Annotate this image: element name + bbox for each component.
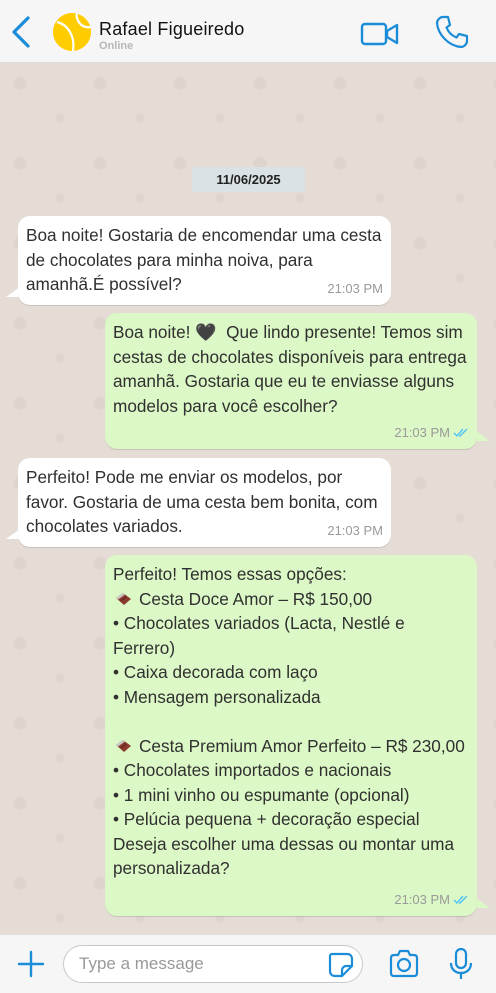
video-call-icon [360, 22, 399, 46]
back-arrow-icon [12, 16, 30, 48]
bubble-tail [476, 898, 490, 908]
microphone-icon [449, 947, 473, 979]
message-outgoing-options[interactable]: Perfeito! Temos essas opções: Cesta Doce… [105, 555, 477, 916]
date-divider: 11/06/2025 [192, 167, 305, 192]
read-receipt-icon [453, 428, 468, 437]
option-2-item: • Pelúcia pequena + decoração especial [113, 809, 420, 829]
option-2-title: Cesta Premium Amor Perfeito – R$ 230,00 [139, 735, 465, 756]
option-1-title-row: Cesta Doce Amor – R$ 150,00 [113, 587, 469, 612]
tennis-ball-avatar-icon [53, 13, 91, 51]
message-meta: 21:03 PM [394, 888, 469, 913]
contact-name[interactable]: Rafael Figueiredo [99, 19, 244, 40]
option-2-item: • Chocolates importados e nacionais [113, 760, 392, 780]
read-receipt-icon [453, 895, 468, 904]
camera-button[interactable] [388, 949, 420, 979]
message-time: 21:03 PM [394, 424, 450, 440]
microphone-button[interactable] [448, 947, 474, 981]
message-time: 21:03 PM [327, 522, 383, 538]
attach-button[interactable] [16, 949, 46, 979]
message-time: 21:03 PM [394, 891, 450, 907]
sticker-button[interactable] [328, 952, 354, 978]
chat-area[interactable]: 11/06/2025 Boa noite! Gostaria de encome… [0, 63, 496, 934]
chocolate-bar-icon [116, 739, 131, 752]
video-call-button[interactable] [360, 20, 400, 48]
message-composer [0, 934, 496, 993]
back-button[interactable] [8, 14, 36, 50]
option-1-item: • Mensagem personalizada [113, 686, 321, 707]
option-1-item: • Caixa decorada com laço [113, 662, 318, 682]
message-time: 21:03 PM [327, 280, 383, 296]
voice-call-button[interactable] [434, 14, 470, 50]
message-meta: 21:03 PM [394, 421, 469, 446]
option-2-title-row: Cesta Premium Amor Perfeito – R$ 230,00 [113, 734, 469, 759]
phone-call-icon [435, 15, 469, 49]
camera-icon [389, 949, 419, 978]
chocolate-bar-icon [116, 592, 131, 605]
plus-icon [17, 950, 45, 978]
options-intro: Perfeito! Temos essas opções: [113, 564, 347, 584]
message-input[interactable] [63, 945, 363, 983]
contact-status: Online [99, 40, 134, 52]
option-1-title: Cesta Doce Amor – R$ 150,00 [139, 588, 373, 609]
message-outgoing[interactable]: Boa noite! 🖤 Que lindo presente! Temos s… [105, 313, 477, 449]
option-1-item: • Chocolates variados (Lacta, Nestlé e F… [113, 613, 405, 658]
sticker-icon [328, 952, 354, 978]
option-2-item: • 1 mini vinho ou espumante (opcional) [113, 784, 410, 805]
message-text: Boa noite! 🖤 Que lindo presente! Temos s… [113, 322, 472, 416]
message-meta: 21:03 PM [327, 277, 383, 302]
message-meta: 21:03 PM [327, 519, 383, 544]
options-closing: Deseja escolher uma dessas ou montar uma… [113, 833, 455, 879]
message-incoming[interactable]: Perfeito! Pode me enviar os modelos, por… [18, 458, 391, 547]
bubble-tail [476, 431, 490, 441]
message-incoming[interactable]: Boa noite! Gostaria de encomendar uma ce… [18, 216, 391, 305]
avatar[interactable] [53, 13, 91, 51]
chat-header: Rafael Figueiredo Online [0, 0, 496, 63]
